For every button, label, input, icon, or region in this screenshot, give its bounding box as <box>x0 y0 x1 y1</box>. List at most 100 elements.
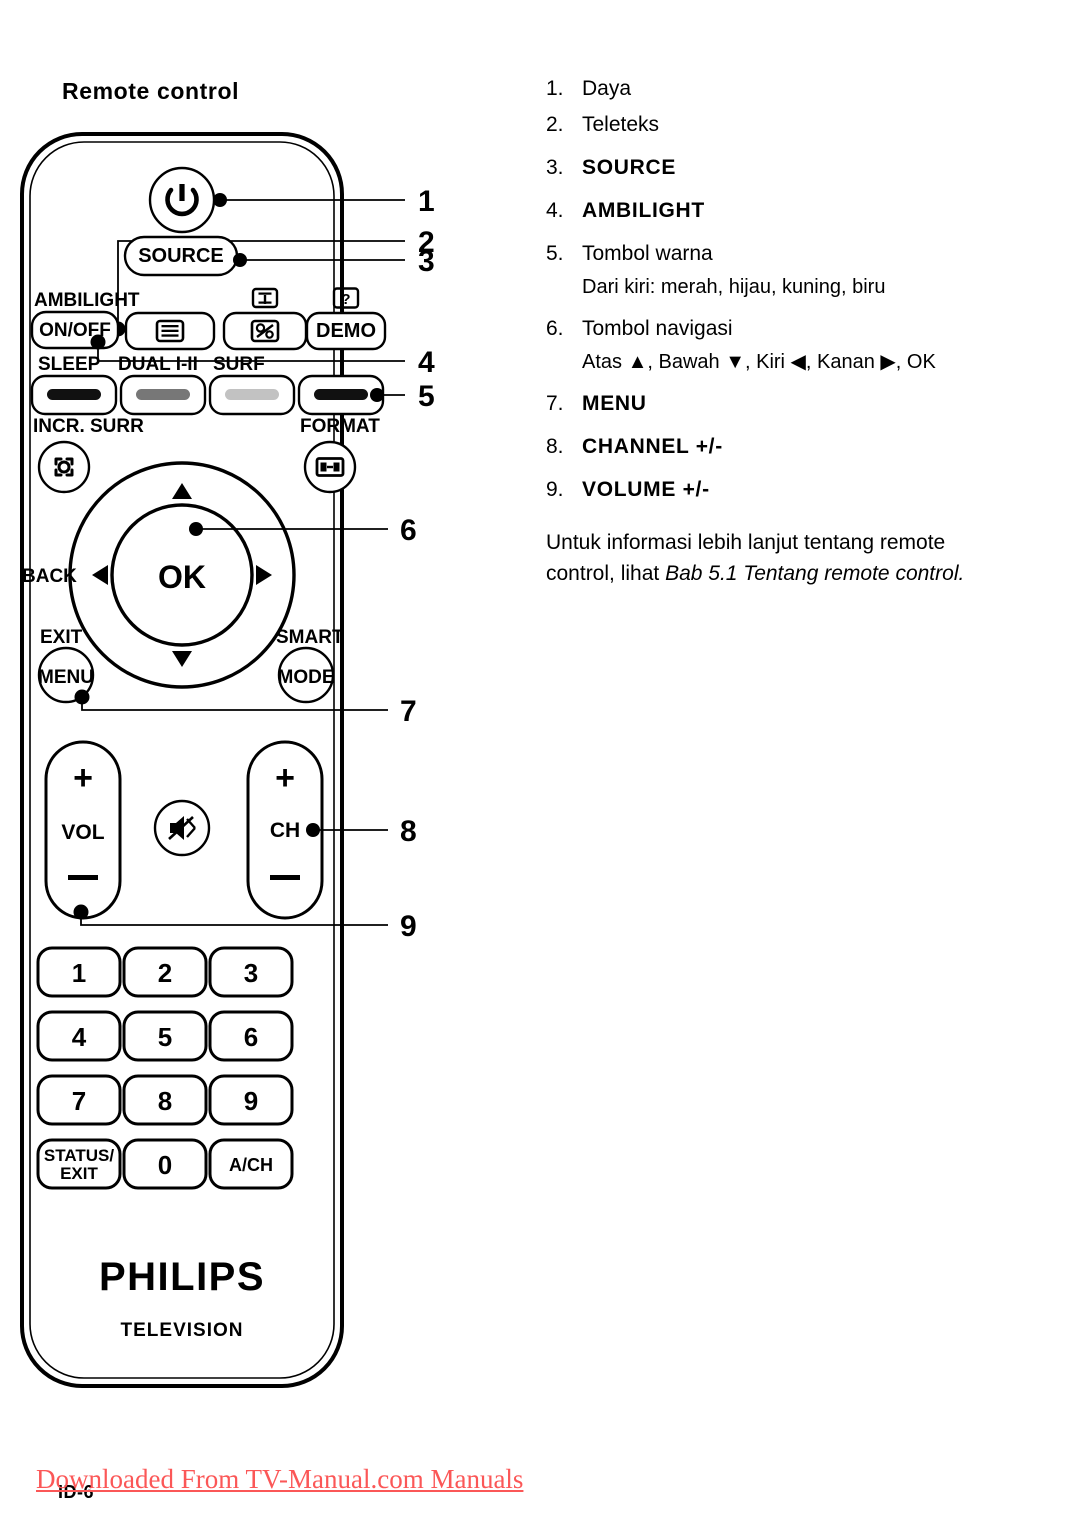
key-0[interactable]: 0 <box>122 1138 208 1190</box>
source-label: SOURCE <box>138 245 224 267</box>
ch-label: CH <box>270 819 300 842</box>
incr-surr-label: INCR. SURR <box>33 416 144 437</box>
source-button[interactable]: SOURCE <box>123 235 239 277</box>
watermark-text: Downloaded From TV-Manual.com Manuals <box>36 1464 524 1494</box>
legend-number: 9. <box>546 478 564 501</box>
key-7[interactable]: 7 <box>36 1074 122 1126</box>
format-label: FORMAT <box>300 416 380 437</box>
legend-item-6: 6. Tombol navigasi Atas ▲, Bawah ▼, Kiri… <box>546 312 1016 378</box>
ambilight-label: AMBILIGHT <box>34 290 140 311</box>
legend-number: 7. <box>546 392 564 415</box>
svg-text:?: ? <box>341 291 350 308</box>
svg-text:9: 9 <box>244 1086 258 1116</box>
legend-label: VOLUME +/- <box>582 478 710 501</box>
legend-label: MENU <box>582 392 647 415</box>
callout-number-6: 6 <box>400 514 417 547</box>
teletext-button[interactable] <box>124 311 216 351</box>
key-3[interactable]: 3 <box>208 946 294 998</box>
dual-label: DUAL I-II <box>118 354 198 375</box>
legend-item-5: 5. Tombol warna Dari kiri: merah, hijau,… <box>546 237 1016 303</box>
red-color-button[interactable] <box>30 374 118 416</box>
philips-brand-logo: PHILIPS <box>99 1255 265 1299</box>
key-ach[interactable]: A/CH <box>208 1138 294 1190</box>
callout-number-7: 7 <box>400 695 417 728</box>
back-label: BACK <box>22 566 77 587</box>
legend-number: 2. <box>546 113 564 136</box>
format-button[interactable] <box>303 440 357 494</box>
svg-text:8: 8 <box>158 1086 172 1116</box>
ch-plus-label: + <box>275 759 295 797</box>
legend-label: Teleteks <box>582 113 660 136</box>
key-1[interactable]: 1 <box>36 946 122 998</box>
key-2[interactable]: 2 <box>122 946 208 998</box>
mute-button[interactable] <box>153 799 211 857</box>
callout-leader-5 <box>370 388 405 402</box>
ch-minus-label <box>270 875 300 880</box>
svg-text:5: 5 <box>158 1022 172 1052</box>
remote-control-figure: .bodyline{fill:#fff;stroke:#000;stroke-w… <box>0 110 520 1410</box>
exit-label: EXIT <box>40 627 83 648</box>
legend-sublabel: Atas ▲, Bawah ▼, Kiri ◀, Kanan ▶, OK <box>582 351 936 373</box>
ok-label: OK <box>158 559 206 595</box>
legend-label: Tombol warna <box>582 242 713 265</box>
vol-plus-label: + <box>73 759 93 797</box>
smart-mode-button[interactable]: MODE <box>278 646 335 704</box>
legend-item-1: 1. Daya <box>546 72 1016 106</box>
svg-text:7: 7 <box>72 1086 86 1116</box>
incr-surr-button[interactable] <box>37 440 91 494</box>
svg-text:STATUS/: STATUS/ <box>44 1146 114 1165</box>
legend-item-2: 2. Teleteks <box>546 108 1016 142</box>
key-6[interactable]: 6 <box>208 1010 294 1062</box>
svg-text:EXIT: EXIT <box>60 1164 98 1183</box>
smart-label: SMART <box>276 627 344 648</box>
note-paragraph: Untuk informasi lebih lanjut tentang rem… <box>546 527 996 589</box>
legend-number: 8. <box>546 435 564 458</box>
legend-number: 3. <box>546 156 564 179</box>
legend-item-7: 7. MENU <box>546 387 1016 421</box>
mode-label: MODE <box>278 667 335 688</box>
legend-item-8: 8. CHANNEL +/- <box>546 430 1016 464</box>
callout-number-4: 4 <box>418 346 435 379</box>
callout-number-8: 8 <box>400 815 417 848</box>
television-sublabel: TELEVISION <box>121 1320 244 1341</box>
legend-item-9: 9. VOLUME +/- <box>546 473 1016 507</box>
callout-number-9: 9 <box>400 910 417 943</box>
svg-text:4: 4 <box>72 1022 87 1052</box>
green-color-button[interactable] <box>119 374 207 416</box>
svg-text:A/CH: A/CH <box>229 1155 273 1175</box>
surf-label: SURF <box>213 354 265 375</box>
key-status-exit[interactable]: STATUS/ EXIT <box>36 1138 122 1190</box>
vol-minus-label <box>68 875 98 880</box>
sleep-label: SLEEP <box>38 354 101 375</box>
note-line-2-plain: control, lihat <box>546 562 666 585</box>
page-title: Remote control <box>62 78 240 104</box>
legend-number: 5. <box>546 242 564 265</box>
legend-number: 4. <box>546 199 564 222</box>
power-button[interactable] <box>148 166 216 234</box>
callout-number-3: 3 <box>418 245 435 278</box>
volume-rocker[interactable]: + VOL <box>44 740 122 920</box>
key-5[interactable]: 5 <box>122 1010 208 1062</box>
legend-sublabel: Dari kiri: merah, hijau, kuning, biru <box>582 276 886 298</box>
yellow-color-button[interactable] <box>208 374 296 416</box>
key-9[interactable]: 9 <box>208 1074 294 1126</box>
legend-number: 1. <box>546 77 564 100</box>
legend-label: SOURCE <box>582 156 677 179</box>
key-4[interactable]: 4 <box>36 1010 122 1062</box>
note-line-2-italic: Bab 5.1 Tentang remote control. <box>665 562 965 585</box>
vol-label: VOL <box>61 821 104 844</box>
legend-label: Daya <box>582 77 632 100</box>
svg-text:3: 3 <box>244 958 258 988</box>
manual-page: Remote control .bodyline{fill:#fff;strok… <box>0 0 1080 1530</box>
svg-text:2: 2 <box>158 958 172 988</box>
demo-button[interactable]: DEMO <box>305 311 387 351</box>
legend-list: 1. Daya 2. Teleteks 3. SOURCE 4. AMBILIG… <box>546 72 1016 509</box>
key-8[interactable]: 8 <box>122 1074 208 1126</box>
legend-item-4: 4. AMBILIGHT <box>546 194 1016 228</box>
menu-label: MENU <box>38 667 94 688</box>
subtitle-button[interactable] <box>222 311 308 351</box>
svg-text:0: 0 <box>158 1150 172 1180</box>
legend-label: CHANNEL +/- <box>582 435 723 458</box>
svg-text:1: 1 <box>72 958 86 988</box>
demo-label: DEMO <box>316 320 376 342</box>
